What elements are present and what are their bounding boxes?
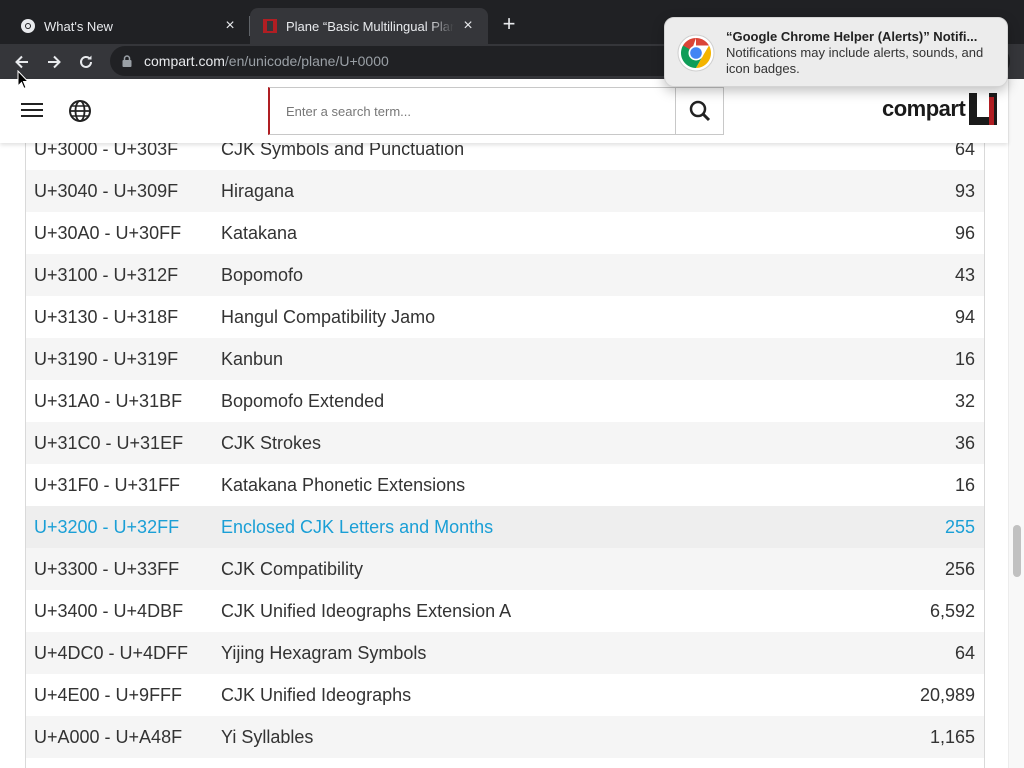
block-count: 32 — [954, 390, 975, 411]
search-input[interactable] — [270, 88, 675, 134]
unicode-blocks-table: U+3000 - U+303F CJK Symbols and Punctuat… — [25, 128, 985, 768]
block-name[interactable]: Kanbun — [221, 349, 283, 370]
block-range[interactable]: U+3130 - U+318F — [34, 307, 178, 328]
table-row[interactable]: U+3100 - U+312F Bopomofo 43 — [26, 254, 984, 296]
block-range[interactable]: U+31A0 - U+31BF — [34, 391, 182, 412]
block-range[interactable]: U+4DC0 - U+4DFF — [34, 643, 188, 664]
block-count: 43 — [954, 264, 975, 285]
block-name[interactable]: Hiragana — [221, 181, 294, 202]
new-tab-icon[interactable]: + — [498, 13, 520, 36]
chrome-icon — [21, 19, 35, 33]
block-name[interactable]: Katakana — [221, 223, 297, 244]
notification-title: “Google Chrome Helper (Alerts)” Notifi..… — [726, 29, 978, 44]
table-row[interactable]: U+30A0 - U+30FF Katakana 96 — [26, 212, 984, 254]
chrome-icon — [677, 34, 715, 72]
table-row[interactable]: U+A000 - U+A48F Yi Syllables 1,165 — [26, 716, 984, 758]
block-count: 96 — [954, 222, 975, 243]
block-name[interactable]: Hangul Compatibility Jamo — [221, 307, 435, 328]
search-box — [268, 87, 724, 135]
menu-icon[interactable] — [21, 101, 43, 119]
back-arrow-icon — [15, 55, 28, 69]
block-name[interactable]: Yi Syllables — [221, 727, 313, 748]
page-content: U+3000 - U+303F CJK Symbols and Punctuat… — [0, 128, 1008, 768]
block-range[interactable]: U+3300 - U+33FF — [34, 559, 179, 580]
system-notification[interactable]: “Google Chrome Helper (Alerts)” Notifi..… — [664, 17, 1008, 87]
notification-body: Notifications may include alerts, sounds… — [726, 45, 984, 76]
block-range[interactable]: U+31F0 - U+31FF — [34, 475, 180, 496]
tab-whats-new[interactable]: What's New × — [0, 8, 250, 44]
block-count: 94 — [954, 306, 975, 327]
block-name[interactable]: CJK Unified Ideographs — [221, 685, 411, 706]
table-row[interactable]: U+3400 - U+4DBF CJK Unified Ideographs E… — [26, 590, 984, 632]
table-row[interactable]: U+31F0 - U+31FF Katakana Phonetic Extens… — [26, 464, 984, 506]
compart-logo-mark — [969, 93, 998, 125]
table-row[interactable]: U+3040 - U+309F Hiragana 93 — [26, 170, 984, 212]
close-tab-icon[interactable]: × — [222, 17, 238, 34]
scrollbar-thumb[interactable] — [1013, 525, 1021, 577]
block-count: 20,989 — [919, 684, 975, 705]
logo-text: compart — [882, 96, 966, 121]
table-row[interactable]: U+31A0 - U+31BF Bopomofo Extended 32 — [26, 380, 984, 422]
block-range[interactable]: U+3100 - U+312F — [34, 265, 178, 286]
search-icon — [689, 100, 710, 122]
table-row-hovered[interactable]: U+3200 - U+32FF Enclosed CJK Letters and… — [26, 506, 984, 548]
table-row[interactable]: U+31C0 - U+31EF CJK Strokes 36 — [26, 422, 984, 464]
compart-favicon-icon — [263, 19, 277, 33]
block-count: 16 — [954, 474, 975, 495]
close-tab-icon[interactable]: × — [460, 17, 476, 34]
block-name[interactable]: CJK Compatibility — [221, 559, 363, 580]
forward-button[interactable] — [42, 50, 66, 74]
site-header: compart — [0, 79, 1008, 143]
block-range[interactable]: U+3040 - U+309F — [34, 181, 178, 202]
block-count: 16 — [954, 348, 975, 369]
block-count: 1,165 — [929, 726, 975, 747]
url-host: compart.com — [144, 53, 225, 69]
table-row[interactable]: U+4E00 - U+9FFF CJK Unified Ideographs 2… — [26, 674, 984, 716]
table-row[interactable]: U+4DC0 - U+4DFF Yijing Hexagram Symbols … — [26, 632, 984, 674]
block-range[interactable]: U+3200 - U+32FF — [34, 517, 179, 538]
reload-icon — [80, 55, 92, 68]
tab-title: What's New — [44, 18, 113, 34]
search-button[interactable] — [675, 88, 723, 134]
block-count: 6,592 — [929, 600, 975, 621]
block-name[interactable]: CJK Strokes — [221, 433, 321, 454]
lock-icon — [122, 55, 132, 67]
block-count: 64 — [954, 642, 975, 663]
table-row[interactable]: U+3130 - U+318F Hangul Compatibility Jam… — [26, 296, 984, 338]
mouse-cursor-icon — [17, 70, 29, 90]
page-scrollbar[interactable] — [1008, 79, 1024, 768]
block-name[interactable]: Bopomofo — [221, 265, 303, 286]
block-name[interactable]: Katakana Phonetic Extensions — [221, 475, 465, 496]
block-count: 255 — [944, 516, 975, 537]
table-row[interactable]: U+3190 - U+319F Kanbun 16 — [26, 338, 984, 380]
block-count: 93 — [954, 180, 975, 201]
block-count: 256 — [944, 558, 975, 579]
block-range[interactable]: U+4E00 - U+9FFF — [34, 685, 182, 706]
block-range[interactable]: U+A000 - U+A48F — [34, 727, 182, 748]
block-name[interactable]: CJK Unified Ideographs Extension A — [221, 601, 511, 622]
reload-button[interactable] — [74, 50, 98, 74]
block-count: 36 — [954, 432, 975, 453]
block-range[interactable]: U+31C0 - U+31EF — [34, 433, 183, 454]
block-name[interactable]: Yijing Hexagram Symbols — [221, 643, 426, 664]
forward-arrow-icon — [48, 55, 61, 69]
block-range[interactable]: U+30A0 - U+30FF — [34, 223, 181, 244]
tab-title: Plane “Basic Multilingual Plane” — [286, 18, 454, 34]
block-name[interactable]: Enclosed CJK Letters and Months — [221, 517, 493, 538]
block-range[interactable]: U+3400 - U+4DBF — [34, 601, 183, 622]
url-path: /en/unicode/plane/U+0000 — [224, 53, 389, 69]
language-globe-icon[interactable] — [68, 99, 92, 123]
block-name[interactable]: Bopomofo Extended — [221, 391, 384, 412]
compart-logo[interactable]: compart — [882, 93, 998, 125]
block-range[interactable]: U+3190 - U+319F — [34, 349, 178, 370]
tab-plane[interactable]: Plane “Basic Multilingual Plane” × — [250, 8, 488, 44]
table-row[interactable]: U+3300 - U+33FF CJK Compatibility 256 — [26, 548, 984, 590]
